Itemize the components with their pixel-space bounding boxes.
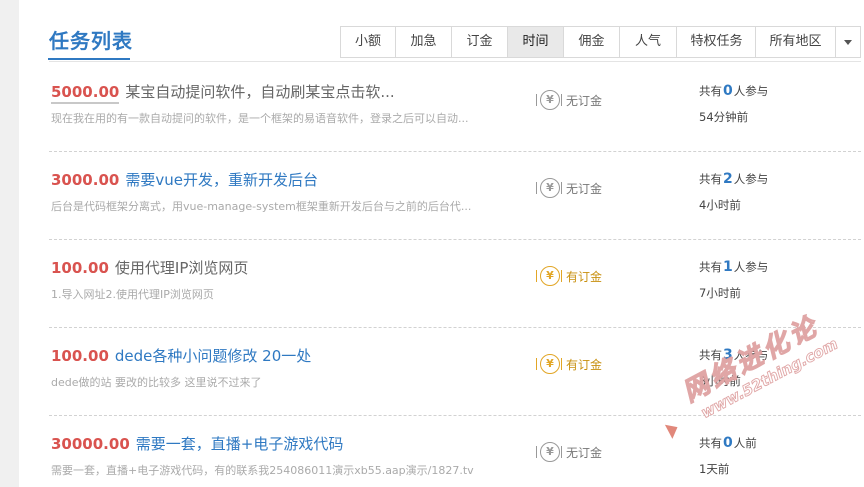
task-price: 5000.00 — [51, 83, 120, 104]
task-description: 1.导入网址2.使用代理IP浏览网页 — [51, 288, 214, 301]
yen-icon: ¥ — [536, 178, 562, 198]
posted-time: 1天前 — [699, 462, 730, 476]
deposit-status: ¥ 有订金 — [536, 266, 603, 286]
deposit-status: ¥ 无订金 — [536, 90, 603, 110]
deposit-status: ¥ 无订金 — [536, 442, 603, 462]
deposit-status: ¥ 无订金 — [536, 178, 603, 198]
task-title-link[interactable]: 需要一套，直播+电子游戏代码 — [136, 435, 344, 453]
task-heading: 5000.00 某宝自动提问软件，自动刷某宝点击软... — [51, 81, 395, 104]
task-row[interactable]: 100.00 使用代理IP浏览网页 1.导入网址2.使用代理IP浏览网页 ¥ 有订… — [49, 240, 861, 328]
yen-icon: ¥ — [536, 266, 562, 286]
participants-number: 3 — [723, 347, 733, 363]
title-underline — [48, 58, 130, 60]
task-price: 100.00 — [51, 259, 109, 277]
posted-time: 8小时前 — [699, 374, 741, 388]
deposit-label: 有订金 — [566, 269, 603, 284]
deposit-label: 无订金 — [566, 445, 603, 460]
region-label: 所有地区 — [756, 27, 836, 57]
participants-prefix: 共有 — [699, 84, 722, 98]
filter-small-button[interactable]: 小额 — [340, 26, 396, 58]
participants-number: 0 — [723, 83, 733, 99]
participants-number: 0 — [723, 435, 733, 451]
task-title-link[interactable]: 需要vue开发，重新开发后台 — [125, 171, 318, 189]
task-row[interactable]: 5000.00 某宝自动提问软件，自动刷某宝点击软... 现在我在用的有一款自动提… — [49, 64, 861, 152]
participant-count: 共有0人参与 — [699, 83, 768, 99]
posted-time: 54分钟前 — [699, 110, 749, 124]
filter-deposit-button[interactable]: 订金 — [451, 26, 508, 58]
task-title-link[interactable]: 某宝自动提问软件，自动刷某宝点击软... — [125, 83, 394, 101]
task-title-link[interactable]: dede各种小问题修改 20一处 — [115, 347, 311, 365]
participants-number: 1 — [723, 259, 733, 275]
filter-urgent-button[interactable]: 加急 — [395, 26, 452, 58]
task-row[interactable]: 3000.00 需要vue开发，重新开发后台 后台是代码框架分离式，用vue-ma… — [49, 152, 861, 240]
task-description: dede做的站 要改的比较多 这里说不过来了 — [51, 376, 262, 389]
task-row[interactable]: 100.00 dede各种小问题修改 20一处 dede做的站 要改的比较多 这里… — [49, 328, 861, 416]
filter-time-button[interactable]: 时间 — [507, 26, 564, 58]
task-list-panel: 任务列表 小额 加急 订金 时间 佣金 人气 特权任务 所有地区 5000.00… — [19, 0, 864, 487]
task-price: 3000.00 — [51, 171, 120, 189]
participants-suffix: 人参与 — [733, 172, 769, 186]
participants-suffix: 人参与 — [733, 348, 769, 362]
header-divider — [49, 61, 861, 62]
participants-suffix: 人前 — [733, 436, 757, 450]
filter-privilege-button[interactable]: 特权任务 — [676, 26, 757, 58]
task-price: 30000.00 — [51, 435, 130, 453]
page: 任务列表 小额 加急 订金 时间 佣金 人气 特权任务 所有地区 5000.00… — [0, 0, 864, 487]
sort-filter-bar: 小额 加急 订金 时间 佣金 人气 特权任务 — [340, 26, 757, 58]
task-description: 需要一套，直播+电子游戏代码，有的联系我254086011演示xb55.aap演… — [51, 464, 474, 477]
participants-prefix: 共有 — [699, 348, 722, 362]
participants-prefix: 共有 — [699, 260, 722, 274]
posted-time: 7小时前 — [699, 286, 741, 300]
page-title: 任务列表 — [49, 29, 133, 53]
participant-count: 共有3人参与 — [699, 347, 768, 363]
task-heading: 30000.00 需要一套，直播+电子游戏代码 — [51, 433, 343, 455]
task-description: 现在我在用的有一款自动提问的软件，是一个框架的易语音软件，登录之后可以自动... — [51, 112, 469, 125]
filter-commission-button[interactable]: 佣金 — [563, 26, 620, 58]
task-heading: 100.00 dede各种小问题修改 20一处 — [51, 345, 311, 367]
participants-prefix: 共有 — [699, 172, 722, 186]
participant-count: 共有0人前 — [699, 435, 757, 451]
task-price: 100.00 — [51, 347, 109, 365]
yen-icon: ¥ — [536, 442, 562, 462]
task-title-link[interactable]: 使用代理IP浏览网页 — [115, 259, 248, 277]
deposit-label: 有订金 — [566, 357, 603, 372]
task-heading: 3000.00 需要vue开发，重新开发后台 — [51, 169, 318, 191]
participants-prefix: 共有 — [699, 436, 722, 450]
posted-time: 4小时前 — [699, 198, 741, 212]
yen-icon: ¥ — [536, 354, 562, 374]
participants-suffix: 人参与 — [733, 260, 769, 274]
region-dropdown-toggle[interactable] — [836, 27, 860, 57]
participants-number: 2 — [723, 171, 733, 187]
participant-count: 共有1人参与 — [699, 259, 768, 275]
yen-icon: ¥ — [536, 90, 562, 110]
deposit-label: 无订金 — [566, 93, 603, 108]
task-description: 后台是代码框架分离式，用vue-manage-system框架重新开发后台与之前… — [51, 200, 472, 213]
participant-count: 共有2人参与 — [699, 171, 768, 187]
task-heading: 100.00 使用代理IP浏览网页 — [51, 257, 248, 279]
chevron-down-icon — [844, 39, 852, 45]
deposit-status: ¥ 有订金 — [536, 354, 603, 374]
filter-popularity-button[interactable]: 人气 — [619, 26, 677, 58]
deposit-label: 无订金 — [566, 181, 603, 196]
task-row[interactable]: 30000.00 需要一套，直播+电子游戏代码 需要一套，直播+电子游戏代码，有的… — [49, 416, 861, 487]
participants-suffix: 人参与 — [733, 84, 769, 98]
region-select[interactable]: 所有地区 — [755, 26, 861, 58]
